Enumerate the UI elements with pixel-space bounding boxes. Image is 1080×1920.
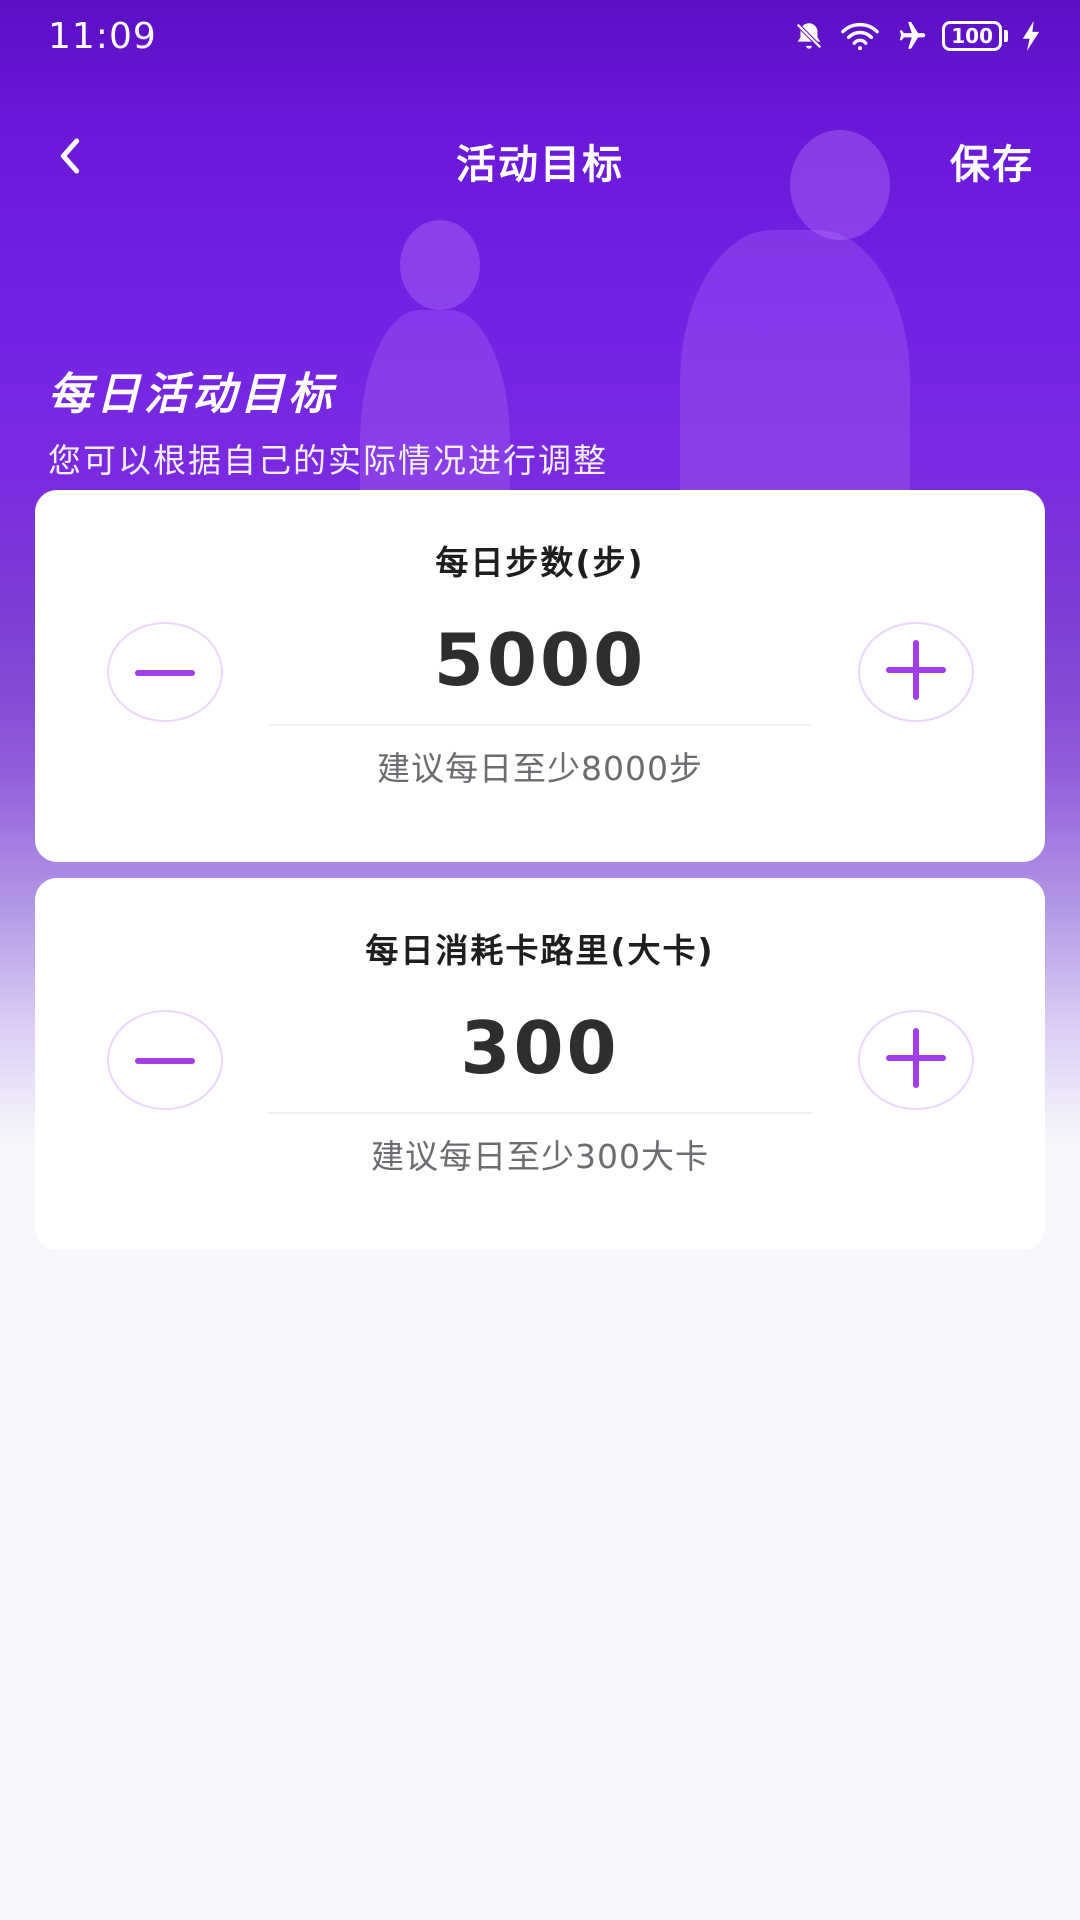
steps-increment-button[interactable]: [858, 622, 974, 722]
charging-icon: [1022, 21, 1040, 51]
battery-icon: 100: [942, 21, 1008, 51]
plus-icon: [886, 640, 946, 704]
nav-bar: 活动目标 保存: [0, 110, 1080, 206]
hero-subheading: 您可以根据自己的实际情况进行调整: [48, 441, 608, 480]
hero-heading: 每日活动目标: [48, 369, 336, 420]
activity-goal-screen: 11:09 100 活动目标 保存 每日活动目标 您可以根据自己的实际情况进行调…: [0, 0, 1080, 1920]
divider: [268, 1112, 812, 1114]
plus-icon: [886, 1028, 946, 1092]
status-icons: 100: [792, 19, 1040, 53]
steps-goal-card: 每日步数(步) 5000 建议每日至少8000步: [35, 490, 1045, 862]
battery-level: 100: [942, 21, 1002, 51]
steps-goal-hint: 建议每日至少8000步: [377, 749, 703, 788]
status-time: 11:09: [48, 15, 157, 57]
status-bar: 11:09 100: [0, 0, 1080, 72]
steps-goal-title: 每日步数(步): [435, 543, 645, 582]
calories-goal-title: 每日消耗卡路里(大卡): [365, 931, 715, 970]
page-title: 活动目标: [456, 142, 624, 188]
calories-goal-hint: 建议每日至少300大卡: [371, 1137, 709, 1176]
calories-goal-card: 每日消耗卡路里(大卡) 300 建议每日至少300大卡: [35, 878, 1045, 1250]
airplane-icon: [894, 19, 928, 53]
calories-increment-button[interactable]: [858, 1010, 974, 1110]
divider: [268, 724, 812, 726]
bell-muted-icon: [792, 19, 826, 53]
save-button[interactable]: 保存: [950, 132, 1034, 190]
wifi-icon: [840, 20, 880, 52]
